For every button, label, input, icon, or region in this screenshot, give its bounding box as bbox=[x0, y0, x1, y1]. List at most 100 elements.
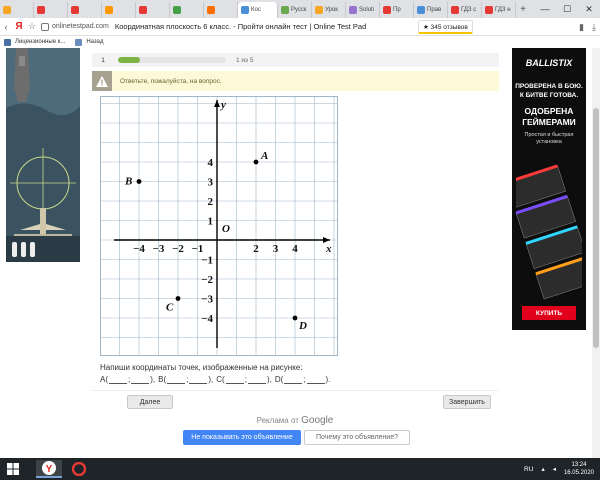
tab-favicon-icon bbox=[349, 6, 357, 14]
close-button[interactable]: ✕ bbox=[578, 0, 600, 18]
scrollbar-thumb[interactable] bbox=[593, 108, 599, 348]
point-label-a: A bbox=[260, 150, 268, 162]
browser-tab[interactable] bbox=[136, 2, 170, 18]
browser-tab[interactable]: Кос bbox=[238, 2, 278, 18]
answer-blank-y[interactable] bbox=[247, 374, 266, 384]
yandex-browser-icon: Y bbox=[42, 461, 56, 475]
answer-blank-x[interactable] bbox=[225, 374, 244, 384]
finish-button[interactable]: Завершить bbox=[443, 395, 491, 409]
browser-tab[interactable] bbox=[204, 2, 238, 18]
tab-favicon-icon bbox=[485, 6, 493, 14]
answer-suffix: ). bbox=[325, 374, 331, 384]
tab-label: ГДЗ с bbox=[461, 7, 477, 13]
language-indicator[interactable]: RU bbox=[524, 466, 533, 473]
bookmark-icon[interactable]: ▮ bbox=[579, 22, 584, 33]
ad-subtext: Простая и быстрая установка bbox=[524, 132, 574, 145]
answer-blank-y[interactable] bbox=[306, 374, 325, 384]
bookmark-item[interactable]: Назад bbox=[86, 39, 103, 45]
ad-buy-button[interactable]: КУПИТЬ bbox=[522, 306, 576, 320]
browser-tab[interactable] bbox=[170, 2, 204, 18]
left-banner-ad[interactable] bbox=[6, 48, 80, 262]
coordinate-plane: y x O −4 −3 −2 −1 2 3 4 4 3 2 1 −1 −2 −3 −4 A B C D bbox=[100, 96, 338, 356]
graph-background bbox=[100, 96, 338, 356]
right-banner-ad[interactable]: BALLISTIX ПРОВЕРЕНА В БОЮ. К БИТВЕ ГОТОВ… bbox=[512, 48, 586, 330]
scrollbar[interactable] bbox=[592, 48, 600, 458]
tab-favicon-icon bbox=[71, 6, 79, 14]
browser-tab[interactable] bbox=[102, 2, 136, 18]
tab-label: ГДЗ н bbox=[495, 7, 511, 13]
minimize-button[interactable]: — bbox=[534, 0, 556, 18]
answer-separator: ; bbox=[186, 374, 189, 384]
ammo-icon bbox=[12, 242, 35, 257]
browser-tab[interactable]: ГДЗ н bbox=[482, 2, 516, 18]
ad-ram-picture bbox=[516, 164, 582, 300]
back-icon[interactable]: ‹ bbox=[0, 22, 12, 32]
page-title: Координатная плоскость 6 класс. - Пройти… bbox=[114, 22, 367, 31]
address-bar: ‹ Я ☆ onlinetestpad.com Координатная пло… bbox=[0, 18, 600, 36]
browser-tab[interactable] bbox=[34, 2, 68, 18]
answer-blank-x[interactable] bbox=[284, 374, 303, 384]
answer-blank-x[interactable] bbox=[109, 374, 127, 384]
clock[interactable]: 13:24 16.05.2020 bbox=[564, 461, 594, 477]
browser-tab[interactable]: Пр bbox=[380, 2, 414, 18]
answer-prefix: B( bbox=[158, 374, 167, 384]
tab-favicon-icon bbox=[383, 6, 391, 14]
point-label-c: C bbox=[166, 302, 174, 314]
start-button[interactable] bbox=[0, 458, 26, 480]
taskbar-opera[interactable] bbox=[66, 460, 92, 478]
tab-favicon-icon bbox=[173, 6, 181, 14]
divider bbox=[92, 390, 499, 391]
bookmark-item[interactable]: Лицензионные к... bbox=[15, 39, 65, 45]
point-a bbox=[253, 159, 259, 165]
y-tick-label: −2 bbox=[201, 274, 213, 286]
why-ad-button[interactable]: Почему это объявление? bbox=[304, 430, 410, 445]
maximize-button[interactable]: ☐ bbox=[556, 0, 578, 18]
question-number: 1 bbox=[101, 56, 105, 64]
progress-fill bbox=[118, 57, 140, 63]
taskbar-yandex-browser[interactable]: Y bbox=[36, 460, 62, 478]
browser-tab[interactable]: Урок bbox=[312, 2, 346, 18]
y-tick-label: 3 bbox=[208, 177, 214, 189]
tab-favicon-icon bbox=[139, 6, 147, 14]
answer-blank-y[interactable] bbox=[131, 374, 150, 384]
tab-label: Кос bbox=[251, 7, 261, 13]
browser-tab[interactable] bbox=[68, 2, 102, 18]
tab-label: Пр bbox=[393, 7, 401, 13]
tab-label: Прав bbox=[427, 7, 442, 13]
tab-favicon-icon bbox=[3, 6, 11, 14]
lock-icon[interactable] bbox=[41, 22, 49, 31]
x-tick-label: 2 bbox=[253, 243, 259, 255]
ad-brand: BALLISTIX bbox=[525, 58, 573, 68]
opera-icon bbox=[72, 462, 86, 476]
origin-label: O bbox=[222, 223, 230, 235]
yandex-logo[interactable]: Я bbox=[12, 21, 26, 32]
y-tick-label: 4 bbox=[208, 157, 214, 169]
question-text: Напиши координаты точек, изображенные на… bbox=[100, 363, 303, 372]
ad-picture bbox=[6, 48, 80, 262]
answer-prefix: D( bbox=[274, 374, 284, 384]
bookmarks-bar: Лицензионные к... Назад bbox=[0, 36, 600, 48]
browser-tab[interactable] bbox=[0, 2, 34, 18]
tab-favicon-icon bbox=[281, 6, 289, 14]
progress-row: 1 1 из 5 bbox=[92, 53, 499, 67]
x-axis-label: x bbox=[325, 243, 332, 255]
network-icon[interactable]: ▴ bbox=[541, 465, 544, 473]
next-button[interactable]: Далее bbox=[127, 395, 173, 409]
browser-tab[interactable]: ГДЗ с bbox=[448, 2, 482, 18]
reviews-badge[interactable]: ★ 345 отзывов bbox=[418, 20, 473, 34]
star-icon[interactable]: ☆ bbox=[26, 21, 38, 32]
volume-icon[interactable]: ◂ bbox=[553, 465, 556, 473]
browser-tab[interactable]: Soluti bbox=[346, 2, 380, 18]
system-tray: RU ▴ ◂ 13:24 16.05.2020 bbox=[524, 458, 594, 480]
browser-tab[interactable]: Русск bbox=[278, 2, 312, 18]
tab-favicon-icon bbox=[37, 6, 45, 14]
browser-tab[interactable]: Прав bbox=[414, 2, 448, 18]
x-tick-label: −3 bbox=[153, 243, 165, 255]
downloads-icon[interactable]: ⤓ bbox=[592, 22, 596, 33]
answer-blank-x[interactable] bbox=[167, 374, 186, 384]
hide-ad-button[interactable]: Не показывать это объявление bbox=[183, 430, 301, 445]
answer-separator: ; bbox=[244, 374, 247, 384]
url-text[interactable]: onlinetestpad.com bbox=[52, 23, 109, 30]
new-tab-button[interactable]: + bbox=[516, 4, 530, 15]
answer-blank-y[interactable] bbox=[189, 374, 208, 384]
